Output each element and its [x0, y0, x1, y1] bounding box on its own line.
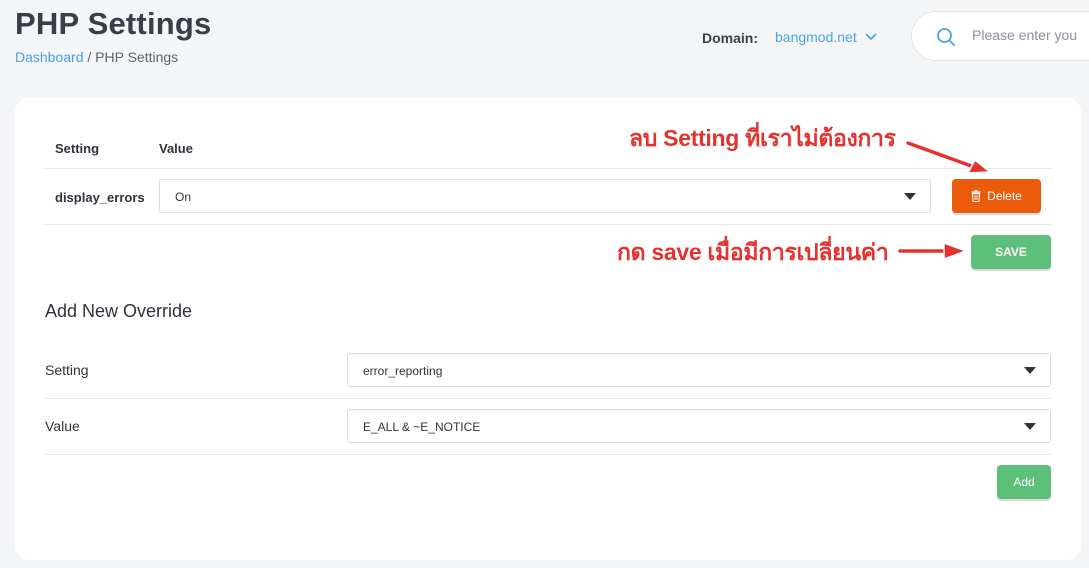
trash-icon — [971, 190, 981, 202]
domain-label: Domain: — [702, 30, 758, 46]
domain-value: bangmod.net — [775, 29, 857, 45]
search-input[interactable] — [972, 27, 1089, 43]
caret-down-icon — [1024, 367, 1036, 374]
override-value-select-text: E_ALL & ~E_NOTICE — [363, 420, 481, 434]
override-setting-select[interactable]: error_reporting — [347, 353, 1051, 387]
annotation-save-note: กด save เมื่อมีการเปลี่ยนค่า — [617, 239, 889, 265]
divider — [45, 454, 1051, 455]
section-title: Add New Override — [45, 301, 193, 321]
breadcrumb-separator: / — [83, 49, 96, 65]
search-box[interactable] — [911, 11, 1089, 61]
caret-down-icon — [1024, 423, 1036, 430]
override-setting-select-text: error_reporting — [363, 364, 443, 378]
page-title: PHP Settings — [15, 6, 212, 41]
annotation-delete-note: ลบ Setting ที่เราไม่ต้องการ — [629, 125, 896, 151]
search-icon — [937, 28, 955, 46]
caret-down-icon — [904, 193, 916, 200]
divider — [45, 224, 1051, 225]
chevron-down-icon — [865, 33, 877, 40]
value-select[interactable]: On — [159, 179, 931, 213]
breadcrumb-dashboard-link[interactable]: Dashboard — [15, 49, 84, 65]
breadcrumb: Dashboard / PHP Settings — [15, 49, 178, 65]
override-setting-label: Setting — [45, 362, 89, 378]
divider — [45, 398, 1051, 399]
divider — [45, 168, 1051, 169]
value-select-text: On — [175, 190, 192, 204]
breadcrumb-current: PHP Settings — [95, 49, 179, 65]
add-button[interactable]: Add — [997, 465, 1051, 499]
setting-name: display_errors — [55, 190, 145, 205]
override-value-label: Value — [45, 418, 80, 434]
save-button[interactable]: SAVE — [971, 235, 1051, 269]
column-header-setting: Setting — [55, 141, 100, 156]
delete-button[interactable]: Delete — [952, 179, 1041, 213]
column-header-value: Value — [159, 141, 193, 156]
override-value-select[interactable]: E_ALL & ~E_NOTICE — [347, 409, 1051, 443]
domain-select[interactable]: bangmod.net — [775, 29, 877, 45]
delete-button-label: Delete — [987, 189, 1022, 203]
